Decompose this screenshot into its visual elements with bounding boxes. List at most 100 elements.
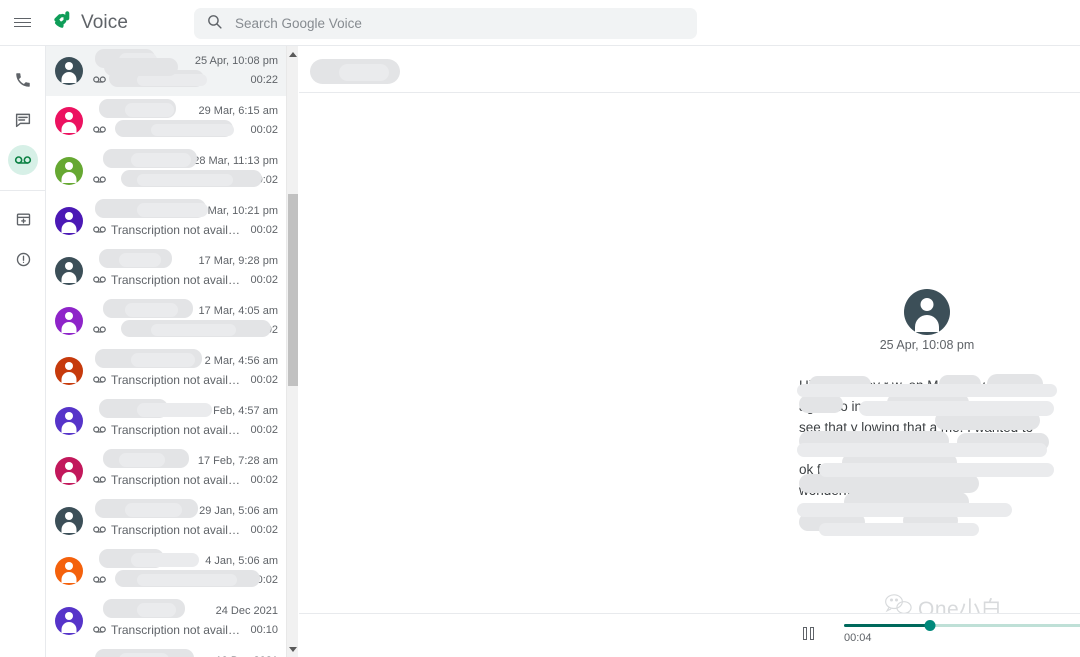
- avatar: [55, 57, 83, 85]
- voicemail-snippet: Hi me is Joyc…: [111, 72, 195, 87]
- voicemail-snippet: Transcription not available: [111, 622, 245, 637]
- voicemail-duration: 00:02: [250, 523, 278, 536]
- detail-header: [299, 46, 1080, 93]
- voicemail-snippet: Transcription not available: [111, 272, 245, 287]
- voicemail-duration: 00:02: [250, 223, 278, 236]
- avatar: [55, 607, 83, 635]
- top-app-bar: Voice Search Google Voice: [0, 0, 1080, 46]
- voicemail-duration: 00:22: [250, 73, 278, 86]
- voicemail-date: 4 Jan, 5:06 am: [205, 554, 278, 567]
- list-scrollbar[interactable]: [286, 46, 298, 657]
- voicemail-list-item[interactable]: 25 Apr, 10:08 pm Hi me is Joyc… 00:22: [46, 46, 286, 96]
- message-detail-pane: 25 Apr, 10:08 pm Hi I me is Joy r w. on …: [299, 46, 1080, 657]
- google-voice-logo-icon: [50, 8, 74, 37]
- voicemail-icon: [93, 171, 106, 189]
- voicemail-list[interactable]: 25 Apr, 10:08 pm Hi me is Joyc… 00:22 29 Ma…: [46, 46, 298, 657]
- voicemail-date: 25 Apr, 10:08 pm: [194, 54, 278, 67]
- voicemail-duration: 00:02: [250, 373, 278, 386]
- voicemail-icon: [93, 321, 106, 339]
- sidebar-item-messages[interactable]: [0, 100, 46, 140]
- pause-icon[interactable]: [803, 627, 817, 640]
- voicemail-date: 17 Feb, 7:28 am: [197, 454, 278, 467]
- message-icon: [8, 105, 38, 135]
- sidebar-item-archive[interactable]: [0, 199, 46, 239]
- voicemail-item-body: 2 Mar, 4:56 am Transcription not availabl…: [93, 349, 278, 391]
- voicemail-list-item[interactable]: 19 Dec 2021Transcription not available00…: [46, 646, 286, 657]
- voicemail-duration: 00:02: [250, 273, 278, 286]
- avatar: [55, 507, 83, 535]
- hamburger-icon[interactable]: [0, 0, 44, 46]
- avatar: [55, 557, 83, 585]
- redaction-streak: [819, 523, 979, 536]
- voicemail-date: 17 Mar, 4:05 am: [198, 304, 279, 317]
- voicemail-item-body: 18 Feb, 4:57 am Transcription not availab…: [93, 399, 278, 441]
- voicemail-list-item[interactable]: 24 Dec 2021 Transcription not available 00…: [46, 596, 286, 646]
- redaction-blob: [799, 513, 865, 531]
- scroll-down-arrow-icon[interactable]: [287, 643, 299, 655]
- voicemail-item-body: 17 Feb, 7:28 am Transcription not availab…: [93, 449, 278, 491]
- avatar: [904, 289, 950, 335]
- voicemail-item-body: 24 Dec 2021 Transcription not available 00…: [93, 599, 278, 641]
- voicemail-item-body: 29 Jan, 5:06 am Transcription not availab…: [93, 499, 278, 541]
- sidebar-item-calls[interactable]: [0, 60, 46, 100]
- voicemail-item-body: 4 Jan, 5:06 am 00:02: [93, 549, 278, 591]
- redacted-contact-name: [310, 59, 400, 84]
- voicemail-icon: [93, 521, 106, 539]
- avatar: [55, 207, 83, 235]
- voicemail-duration: 00:02: [250, 323, 278, 336]
- navigation-rail: [0, 46, 46, 657]
- avatar: [55, 407, 83, 435]
- voicemail-item-body: 17 Mar, 4:05 am 00:02: [93, 299, 279, 341]
- message-transcript: Hi I me is Joy r w. on McCarthy team I'm…: [799, 378, 1042, 498]
- voicemail-list-item[interactable]: 4 Jan, 5:06 am 00:02: [46, 546, 286, 596]
- brand-logo[interactable]: Voice: [50, 8, 128, 37]
- voicemail-list-item[interactable]: 17 Mar, 10:21 pm Transcription not availa…: [46, 196, 286, 246]
- voicemail-duration: 00:10: [250, 623, 278, 636]
- avatar: [55, 457, 83, 485]
- playback-slider[interactable]: [844, 620, 1080, 631]
- message-timestamp: 25 Apr, 10:08 pm: [879, 338, 975, 352]
- voicemail-snippet: Transcription not available: [111, 422, 245, 437]
- voicemail-list-item[interactable]: 18 Feb, 4:57 am Transcription not availab…: [46, 396, 286, 446]
- voicemail-list-item[interactable]: 17 Feb, 7:28 am Transcription not availab…: [46, 446, 286, 496]
- current-time: 00:04: [844, 632, 872, 644]
- voicemail-icon: [93, 371, 106, 389]
- voicemail-date: 17 Mar, 10:21 pm: [192, 204, 278, 217]
- voicemail-duration: 00:02: [250, 123, 278, 136]
- voicemail-item-body: 17 Mar, 10:21 pm Transcription not availa…: [93, 199, 278, 241]
- audio-player: 00:04 00:22: [299, 613, 1080, 657]
- voicemail-list-item[interactable]: 28 Mar, 11:13 pm 00:02: [46, 146, 286, 196]
- voicemail-date: 29 Mar, 6:15 am: [198, 104, 279, 117]
- voicemail-icon: [93, 571, 106, 589]
- scrollbar-thumb[interactable]: [288, 194, 298, 387]
- avatar: [55, 257, 83, 285]
- voicemail-duration: 00:02: [250, 473, 278, 486]
- voicemail-date: 2 Mar, 4:56 am: [204, 354, 278, 367]
- voicemail-list-item[interactable]: 29 Jan, 5:06 am Transcription not availab…: [46, 496, 286, 546]
- playback-knob[interactable]: [924, 620, 936, 631]
- avatar: [55, 307, 83, 335]
- voicemail-icon: [93, 471, 106, 489]
- voicemail-icon: [93, 121, 106, 139]
- phone-icon: [8, 65, 38, 95]
- scroll-up-arrow-icon[interactable]: [287, 48, 299, 60]
- voicemail-list-item[interactable]: 17 Mar, 4:05 am 00:02: [46, 296, 286, 346]
- voicemail-snippet: Transcription not available: [111, 372, 245, 387]
- info-circle-icon: [8, 244, 38, 274]
- voicemail-icon: [93, 71, 106, 89]
- sidebar-item-voicemail[interactable]: [0, 140, 46, 180]
- voicemail-icon: [93, 271, 106, 289]
- detail-scroll-area: 25 Apr, 10:08 pm Hi I me is Joy r w. on …: [299, 93, 1080, 612]
- redaction-streak: [797, 503, 1012, 517]
- voicemail-list-item[interactable]: 17 Mar, 9:28 pm Transcription not availab…: [46, 246, 286, 296]
- voicemail-list-item[interactable]: 2 Mar, 4:56 am Transcription not availabl…: [46, 346, 286, 396]
- search-icon: [206, 13, 223, 35]
- voicemail-snippet: Transcription not available: [111, 472, 245, 487]
- voicemail-list-item[interactable]: 29 Mar, 6:15 am 00:02: [46, 96, 286, 146]
- voicemail-date: 18 Feb, 4:57 am: [197, 404, 278, 417]
- voicemail-date: 17 Mar, 9:28 pm: [198, 254, 279, 267]
- voicemail-date: 24 Dec 2021: [215, 604, 278, 617]
- search-input[interactable]: Search Google Voice: [194, 8, 697, 39]
- voicemail-item-body: 28 Mar, 11:13 pm 00:02: [93, 149, 278, 191]
- sidebar-item-info[interactable]: [0, 239, 46, 279]
